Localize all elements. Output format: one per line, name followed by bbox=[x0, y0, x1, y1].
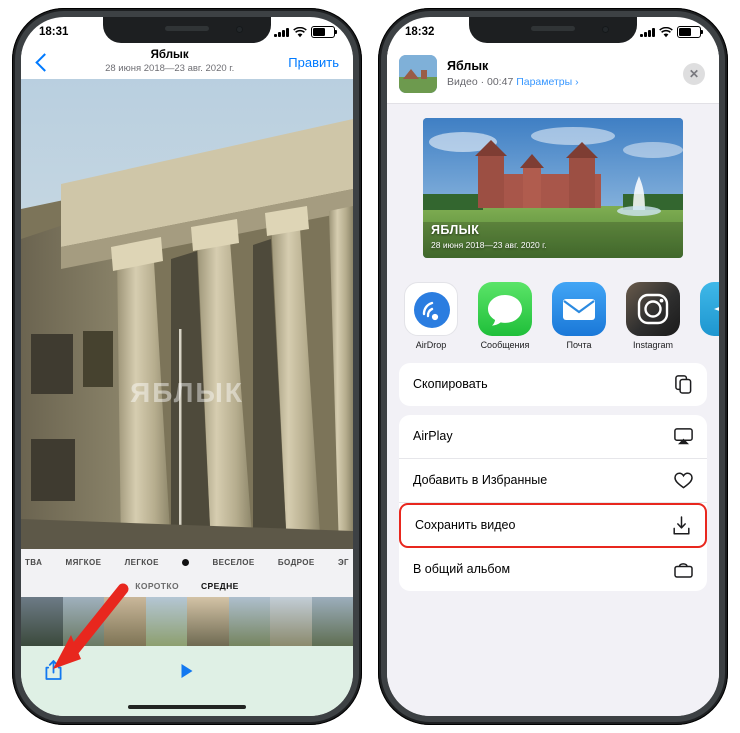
thumbnail-item[interactable] bbox=[187, 597, 229, 646]
speaker-icon bbox=[531, 26, 575, 31]
filter-item-4[interactable]: БОДРОЕ bbox=[278, 558, 315, 567]
duration-option-short[interactable]: КОРОТКО bbox=[135, 581, 179, 591]
action-row-save-video[interactable]: Сохранить видео bbox=[399, 502, 707, 548]
instagram-icon[interactable] bbox=[626, 282, 680, 336]
action-label: Скопировать bbox=[413, 377, 488, 392]
action-label: AirPlay bbox=[413, 429, 453, 444]
action-row-favorites[interactable]: Добавить в Избранные bbox=[399, 459, 707, 503]
photo-image bbox=[21, 79, 353, 549]
filter-strip[interactable]: ТВА МЯГКОЕ ЛЕГКОЕ ВЕСЕЛОЕ БОДРОЕ ЭГ bbox=[21, 549, 353, 575]
mail-icon[interactable] bbox=[552, 282, 606, 336]
notch bbox=[103, 17, 271, 43]
status-time: 18:32 bbox=[405, 26, 435, 38]
left-phone-frame: ЯБЛЫК 18:31 Яблык 28 июня 2018—23 авг. 2… bbox=[12, 8, 362, 725]
status-indicators bbox=[640, 25, 704, 39]
download-icon bbox=[672, 516, 691, 535]
share-app-messages[interactable]: Сообщения bbox=[477, 282, 533, 351]
messages-icon[interactable] bbox=[478, 282, 532, 336]
status-time: 18:31 bbox=[39, 26, 69, 38]
share-app-airdrop[interactable]: AirDrop bbox=[403, 282, 459, 351]
share-app-label: Сообщения bbox=[480, 340, 530, 350]
shared-album-icon bbox=[674, 560, 693, 579]
photos-navigation-bar: Яблык 28 июня 2018—23 авг. 2020 г. Прави… bbox=[21, 45, 353, 79]
action-label: Сохранить видео bbox=[415, 518, 516, 533]
right-phone-frame: 18:32 Яблык Видео · 00:47 Параметры › ✕ … bbox=[378, 8, 728, 725]
photo-viewer[interactable]: ЯБЛЫК bbox=[21, 79, 353, 549]
share-thumbnail bbox=[399, 55, 437, 93]
home-indicator bbox=[128, 704, 246, 709]
share-subtitle: Видео · 00:47 Параметры › bbox=[447, 76, 683, 89]
share-app-instagram[interactable]: Instagram bbox=[625, 282, 681, 351]
front-camera-icon bbox=[236, 26, 243, 33]
edit-button[interactable]: Править bbox=[288, 55, 339, 70]
copy-icon bbox=[674, 375, 693, 394]
filter-item-5[interactable]: ЭГ bbox=[338, 558, 349, 567]
share-subtitle-text: Видео · 00:47 bbox=[447, 76, 514, 89]
filter-item-2[interactable]: ЛЕГКОЕ bbox=[125, 558, 159, 567]
signal-icon bbox=[640, 27, 655, 37]
left-phone-screen: ЯБЛЫК 18:31 Яблык 28 июня 2018—23 авг. 2… bbox=[21, 17, 353, 716]
play-button[interactable] bbox=[181, 664, 193, 678]
duration-option-medium[interactable]: СРЕДНЕ bbox=[201, 581, 239, 591]
video-preview[interactable]: ЯБЛЫК 28 июня 2018—23 авг. 2020 г. bbox=[423, 118, 683, 258]
airdrop-icon[interactable] bbox=[404, 282, 458, 336]
page-title: Яблык bbox=[150, 49, 189, 62]
share-params-link[interactable]: Параметры bbox=[516, 76, 572, 88]
airplay-icon bbox=[674, 427, 693, 446]
filter-selected-dot bbox=[182, 558, 190, 566]
action-row-copy[interactable]: Скопировать bbox=[399, 363, 707, 406]
share-thumbnail-image bbox=[399, 55, 437, 93]
share-meta: Яблык Видео · 00:47 Параметры › bbox=[447, 59, 683, 90]
share-apps-row: AirDrop Сообщения Почта Instagram bbox=[387, 274, 719, 363]
wifi-icon bbox=[293, 26, 307, 37]
chevron-right-icon[interactable]: › bbox=[575, 76, 579, 88]
right-phone-screen: 18:32 Яблык Видео · 00:47 Параметры › ✕ … bbox=[387, 17, 719, 716]
status-indicators bbox=[274, 25, 338, 39]
filter-item-3[interactable]: ВЕСЕЛОЕ bbox=[212, 558, 254, 567]
close-icon[interactable]: ✕ bbox=[683, 63, 705, 85]
filter-item-1[interactable]: МЯГКОЕ bbox=[66, 558, 102, 567]
share-sheet: Яблык Видео · 00:47 Параметры › ✕ ЯБЛЫК … bbox=[387, 45, 719, 716]
preview-caption-subtitle: 28 июня 2018—23 авг. 2020 г. bbox=[431, 240, 547, 251]
preview-caption: ЯБЛЫК 28 июня 2018—23 авг. 2020 г. bbox=[431, 223, 547, 251]
battery-icon bbox=[677, 25, 704, 39]
preview-container: ЯБЛЫК 28 июня 2018—23 авг. 2020 г. bbox=[387, 104, 719, 274]
action-row-airplay[interactable]: AirPlay bbox=[399, 415, 707, 459]
screenshot-stage: ЯБЛЫК 18:31 Яблык 28 июня 2018—23 авг. 2… bbox=[0, 0, 740, 733]
action-label: В общий альбом bbox=[413, 562, 511, 577]
battery-icon bbox=[311, 25, 338, 39]
thumbnail-item[interactable] bbox=[228, 597, 270, 646]
heart-icon bbox=[674, 471, 693, 490]
page-subtitle: 28 июня 2018—23 авг. 2020 г. bbox=[105, 62, 235, 74]
share-title: Яблык bbox=[447, 58, 489, 73]
share-app-label: Почта bbox=[566, 340, 592, 350]
share-sheet-header: Яблык Видео · 00:47 Параметры › ✕ bbox=[387, 45, 719, 104]
nav-title-block: Яблык 28 июня 2018—23 авг. 2020 г. bbox=[105, 49, 234, 74]
watermark-text: ЯБЛЫК bbox=[130, 377, 244, 408]
preview-caption-title: ЯБЛЫК bbox=[431, 222, 480, 237]
action-label: Добавить в Избранные bbox=[413, 473, 548, 488]
thumbnail-item[interactable] bbox=[145, 597, 187, 646]
wifi-icon bbox=[659, 26, 673, 37]
thumbnail-item[interactable] bbox=[270, 597, 312, 646]
front-camera-icon bbox=[602, 26, 609, 33]
share-app-label: Instagram bbox=[632, 340, 674, 350]
share-app-mail[interactable]: Почта bbox=[551, 282, 607, 351]
share-actions-card-1: Скопировать bbox=[399, 362, 707, 406]
back-chevron-icon[interactable] bbox=[35, 52, 54, 72]
telegram-icon[interactable] bbox=[700, 282, 719, 336]
red-arrow-annotation bbox=[53, 583, 129, 669]
share-actions-card-2: AirPlay Добавить в Избранные Сохранить в… bbox=[399, 414, 707, 591]
thumbnail-item[interactable] bbox=[311, 597, 353, 646]
action-row-shared-album[interactable]: В общий альбом bbox=[399, 548, 707, 591]
share-app-telegram[interactable] bbox=[699, 282, 719, 341]
signal-icon bbox=[274, 27, 289, 37]
share-app-label: AirDrop bbox=[415, 340, 447, 350]
filter-item-0[interactable]: ТВА bbox=[25, 558, 42, 567]
notch bbox=[469, 17, 637, 43]
speaker-icon bbox=[165, 26, 209, 31]
